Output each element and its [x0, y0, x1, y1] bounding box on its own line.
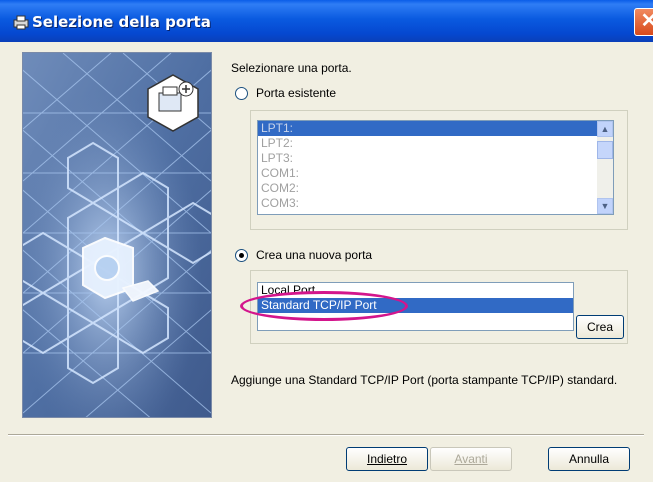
window-title: Selezione della porta	[32, 13, 211, 31]
cancel-button[interactable]: Annulla	[548, 447, 630, 471]
list-item[interactable]: COM2:	[258, 181, 613, 196]
footer-divider	[8, 434, 644, 436]
back-button-label: Indietro	[366, 452, 408, 466]
list-item[interactable]: LPT1:	[258, 121, 613, 136]
wizard-side-image	[22, 52, 212, 418]
scroll-thumb[interactable]	[597, 141, 613, 159]
list-item[interactable]: COM1:	[258, 166, 613, 181]
close-icon: ✕	[640, 10, 653, 32]
new-port-label[interactable]: Crea una nuova porta	[256, 248, 372, 262]
next-button-label: Avanti	[454, 452, 488, 466]
close-button[interactable]: ✕	[634, 8, 653, 36]
next-button[interactable]: Avanti	[430, 447, 512, 471]
title-bar[interactable]: Selezione della porta ✕	[0, 0, 653, 42]
existing-port-scrollbar[interactable]: ▲ ▼	[597, 121, 613, 214]
existing-port-list[interactable]: LPT1: LPT2: LPT3: COM1: COM2: COM3: ▲ ▼	[257, 120, 614, 215]
scroll-up-icon[interactable]: ▲	[597, 121, 613, 137]
create-button[interactable]: Crea	[576, 315, 624, 339]
list-item[interactable]: LPT3:	[258, 151, 613, 166]
hexagon-pattern-graphic	[23, 53, 211, 417]
list-item[interactable]: COM3:	[258, 196, 613, 211]
port-selection-dialog: Selezione della porta ✕ Selezionare una …	[0, 0, 653, 482]
existing-port-radio[interactable]	[235, 87, 248, 100]
existing-port-label[interactable]: Porta esistente	[256, 86, 336, 100]
list-item[interactable]: Local Port	[258, 283, 573, 298]
radio-selected-dot	[239, 253, 244, 258]
instruction-text: Selezionare una porta.	[231, 61, 352, 75]
new-port-type-list[interactable]: Local Port Standard TCP/IP Port	[257, 282, 574, 331]
list-item[interactable]: Standard TCP/IP Port	[258, 298, 573, 313]
port-description: Aggiunge una Standard TCP/IP Port (porta…	[231, 373, 618, 387]
list-item[interactable]: LPT2:	[258, 136, 613, 151]
scroll-down-icon[interactable]: ▼	[597, 198, 613, 214]
new-port-radio[interactable]	[235, 249, 248, 262]
printer-wizard-icon	[13, 15, 29, 30]
back-button[interactable]: Indietro	[346, 447, 428, 471]
